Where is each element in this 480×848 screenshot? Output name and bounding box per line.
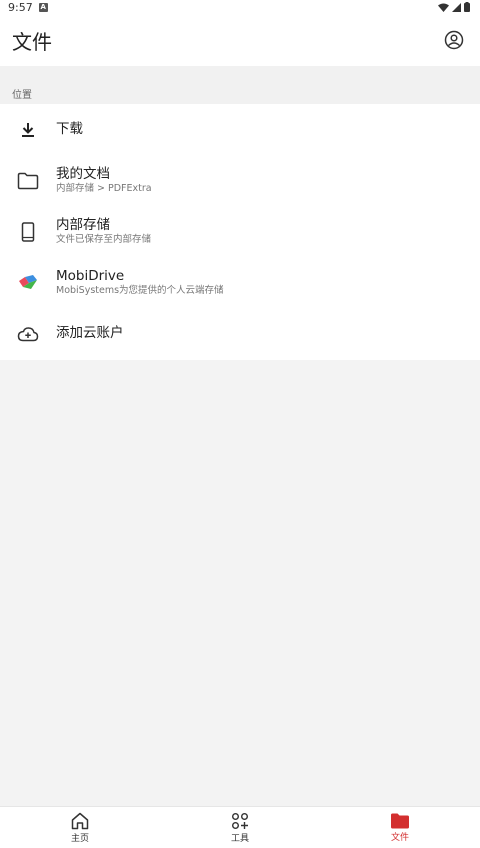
list-item-subtitle: MobiSystems为您提供的个人云端存储 [56, 285, 224, 296]
folder-filled-icon [391, 813, 409, 828]
wifi-icon [438, 3, 449, 12]
list-item-title: 我的文档 [56, 166, 110, 182]
status-time: 9:57 [8, 0, 33, 14]
phone-icon [21, 221, 35, 242]
list-item-title: 下载 [56, 121, 83, 137]
locations-list: 下载 我的文档 内部存储 > PDFExtra 内部存储 文件已保存至内部存储 [0, 104, 480, 360]
nav-item-files[interactable]: 文件 [320, 807, 480, 848]
list-item-download[interactable]: 下载 [0, 104, 480, 155]
nav-label-tools: 工具 [230, 833, 249, 844]
list-item-subtitle: 文件已保存至内部存储 [56, 234, 152, 245]
app-bar: 文件 [0, 14, 480, 66]
list-item-internal-storage[interactable]: 内部存储 文件已保存至内部存储 [0, 206, 480, 257]
notification-icon: A [38, 2, 48, 12]
home-icon [71, 812, 89, 829]
nav-item-home[interactable]: 主页 [0, 807, 160, 848]
nav-label-files: 文件 [390, 832, 409, 843]
cloud-add-icon-wrap [0, 326, 56, 342]
tools-icon [232, 812, 248, 829]
status-bar: 9:57 A [0, 0, 480, 14]
list-item-subtitle: 内部存储 > PDFExtra [56, 183, 152, 194]
cloud-add-icon [17, 326, 39, 341]
list-item-text: 添加云账户 [56, 325, 124, 342]
folder-icon-wrap [0, 172, 56, 190]
nav-item-tools[interactable]: 工具 [160, 807, 320, 848]
account-button[interactable] [442, 28, 466, 52]
list-item-title: 添加云账户 [56, 325, 124, 341]
folder-icon [17, 172, 39, 189]
download-icon [22, 122, 34, 137]
mobidrive-icon-wrap [0, 274, 56, 292]
signal-icon [452, 2, 461, 12]
list-item-add-cloud-account[interactable]: 添加云账户 [0, 308, 480, 359]
status-right [438, 2, 470, 12]
account-circle-icon [444, 30, 464, 50]
nav-label-home: 主页 [70, 833, 89, 844]
list-item-my-documents[interactable]: 我的文档 内部存储 > PDFExtra [0, 155, 480, 206]
list-item-title: 内部存储 [56, 217, 110, 233]
page-title: 文件 [12, 29, 52, 54]
status-left: 9:57 A [8, 1, 48, 14]
download-icon-wrap [0, 122, 56, 138]
list-item-text: 我的文档 内部存储 > PDFExtra [56, 166, 152, 195]
section-label: 位置 [0, 66, 480, 104]
list-item-text: 下载 [56, 121, 83, 138]
list-item-text: 内部存储 文件已保存至内部存储 [56, 217, 151, 246]
battery-icon [464, 2, 470, 12]
mobidrive-icon [19, 274, 37, 289]
list-item-title: MobiDrive [56, 268, 125, 284]
list-item-text: MobiDrive MobiSystems为您提供的个人云端存储 [56, 268, 224, 297]
bottom-nav: 主页 工具 文件 [0, 806, 480, 848]
phone-icon-wrap [0, 221, 56, 242]
list-item-mobidrive[interactable]: MobiDrive MobiSystems为您提供的个人云端存储 [0, 257, 480, 308]
